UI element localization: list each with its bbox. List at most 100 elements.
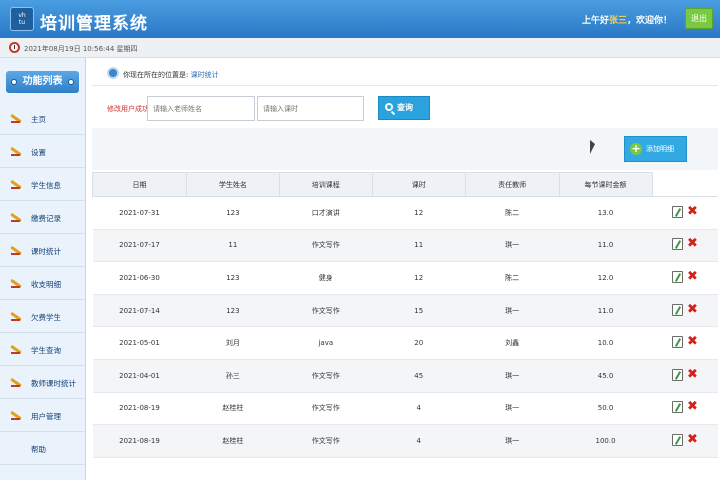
sidebar-item-payment-records[interactable]: 缴费记录 <box>0 201 85 234</box>
delete-icon[interactable]: ✖ <box>687 303 698 316</box>
edit-icon[interactable] <box>672 303 684 316</box>
cell-amount: 11.0 <box>559 294 652 328</box>
sidebar-item-home[interactable]: 主页 <box>0 102 85 135</box>
status-message: 修改用户成功 <box>107 105 149 113</box>
cell-teacher: 陈二 <box>465 261 560 295</box>
sidebar: 功能列表 主页 设置 学生信息 缴费记录 课时统计 收支明细 欠费学生 学生查询… <box>0 58 86 480</box>
logout-button[interactable]: 退出 <box>685 8 713 29</box>
row-actions: ✖ <box>672 237 698 251</box>
table-row: 2021-07-14 123 作文写作 15 琪一 11.0 ✖ <box>92 294 718 328</box>
cell-teacher: 刘鑫 <box>465 326 560 360</box>
pencil-icon <box>10 410 23 421</box>
app-header: vh tu 培训管理系统 上午好张三，欢迎你！ 退出 <box>0 0 720 38</box>
date-bar: 2021年08月19日 10:56:44 星期四 <box>0 38 720 58</box>
sidebar-item-lesson-stats[interactable]: 课时统计 <box>0 234 85 267</box>
sidebar-item-student-info[interactable]: 学生信息 <box>0 168 85 201</box>
cell-teacher: 琪一 <box>465 229 560 263</box>
cell-date: 2021-07-17 <box>92 229 187 263</box>
logo: vh tu <box>10 7 34 31</box>
header-teacher: 责任教师 <box>464 172 560 197</box>
cell-date: 2021-07-31 <box>92 196 187 230</box>
row-actions: ✖ <box>672 368 698 381</box>
pencil-icon <box>10 245 23 256</box>
cell-student-name: 赵桂柱 <box>186 424 280 458</box>
username: 张三 <box>608 16 627 26</box>
sidebar-item-user-management[interactable]: 用户管理 <box>0 399 85 432</box>
edit-icon[interactable] <box>672 433 684 446</box>
table-row: 2021-08-19 赵桂柱 作文写作 4 琪一 100.0 ✖ <box>92 424 718 458</box>
delete-icon[interactable]: ✖ <box>687 400 698 413</box>
sidebar-item-arrears-students[interactable]: 欠费学生 <box>0 300 85 333</box>
pencil-icon <box>10 212 23 223</box>
header-student-name: 学生姓名 <box>185 172 280 197</box>
lesson-hours-input[interactable] <box>257 96 364 121</box>
cell-hours: 45 <box>372 359 466 393</box>
cell-date: 2021-06-30 <box>92 261 187 295</box>
header-amount-per-lesson: 每节课时金额 <box>558 172 653 197</box>
mouse-cursor-icon <box>590 140 595 154</box>
search-icon <box>385 103 393 111</box>
sidebar-item-settings[interactable]: 设置 <box>0 135 85 168</box>
sidebar-item-teacher-lesson-stats[interactable]: 教师课时统计 <box>0 366 85 399</box>
cell-course: 作文写作 <box>279 392 373 426</box>
delete-icon[interactable]: ✖ <box>687 368 698 381</box>
table-body: 2021-07-31 123 口才演讲 12 陈二 13.0 ✖ 2021-07-17 11 作文… <box>92 196 718 458</box>
row-actions: ✖ <box>672 205 698 218</box>
table-row: 2021-05-01 刘月 java 20 刘鑫 10.0 ✖ <box>92 326 718 360</box>
row-actions: ✖ <box>672 335 698 349</box>
edit-icon[interactable] <box>672 270 684 283</box>
sidebar-item-label: 帮助 <box>31 445 46 454</box>
add-detail-button[interactable]: + 添加明细 <box>624 136 687 162</box>
delete-icon[interactable]: ✖ <box>687 205 698 218</box>
cell-date: 2021-08-19 <box>92 392 187 426</box>
cell-student-name: 赵桂柱 <box>186 392 280 426</box>
cell-actions: ✖ <box>652 326 718 360</box>
delete-icon[interactable]: ✖ <box>687 433 698 446</box>
edit-icon[interactable] <box>672 205 684 218</box>
table-header-row: 日期 学生姓名 培训课程 课时 责任教师 每节课时金额 <box>92 172 718 197</box>
sidebar-item-label: 主页 <box>31 115 46 124</box>
row-actions: ✖ <box>672 303 698 316</box>
cell-actions: ✖ <box>652 196 718 230</box>
add-detail-label: 添加明细 <box>646 145 674 153</box>
header-date: 日期 <box>92 172 187 197</box>
edit-icon[interactable] <box>672 238 684 251</box>
cell-date: 2021-08-19 <box>92 424 187 458</box>
edit-icon[interactable] <box>672 336 684 349</box>
table-row: 2021-06-30 123 健身 12 陈二 12.0 ✖ <box>92 261 718 295</box>
cell-actions: ✖ <box>652 359 718 393</box>
cell-course: 作文写作 <box>279 359 373 393</box>
edit-icon[interactable] <box>672 368 684 381</box>
teacher-name-input[interactable] <box>147 96 255 121</box>
delete-icon[interactable]: ✖ <box>687 270 698 283</box>
lesson-stats-table: 日期 学生姓名 培训课程 课时 责任教师 每节课时金额 2021-07-31 12… <box>92 172 718 458</box>
cell-actions: ✖ <box>652 229 718 263</box>
app-title: 培训管理系统 <box>40 14 148 34</box>
breadcrumb-text: 你现在所在的位置是: 课时统计 <box>123 70 219 80</box>
edit-icon[interactable] <box>672 401 684 414</box>
delete-icon[interactable]: ✖ <box>687 335 698 348</box>
cell-amount: 11.0 <box>559 229 652 263</box>
search-button-label: 查询 <box>397 103 413 112</box>
sidebar-item-label: 课时统计 <box>31 247 61 256</box>
breadcrumb-current[interactable]: 课时统计 <box>191 71 219 79</box>
cell-student-name: 刘月 <box>186 326 280 360</box>
delete-icon[interactable]: ✖ <box>687 237 698 250</box>
bullet-icon <box>11 79 17 85</box>
cell-student-name: 11 <box>186 229 280 263</box>
sidebar-item-help[interactable]: 帮助 <box>0 432 85 465</box>
cell-course: 作文写作 <box>279 424 373 458</box>
search-button[interactable]: 查询 <box>378 96 430 120</box>
cell-hours: 4 <box>372 424 466 458</box>
cell-student-name: 123 <box>186 294 280 328</box>
cell-course: java <box>279 326 373 360</box>
table-row: 2021-08-19 赵桂柱 作文写作 4 琪一 50.0 ✖ <box>92 392 718 426</box>
greeting: 上午好张三，欢迎你！ <box>582 13 672 26</box>
sidebar-item-label: 教师课时统计 <box>31 379 76 388</box>
cell-course: 口才演讲 <box>279 196 373 230</box>
cell-student-name: 123 <box>186 196 280 230</box>
cell-actions: ✖ <box>652 294 718 328</box>
row-actions: ✖ <box>672 270 698 283</box>
sidebar-item-student-query[interactable]: 学生查询 <box>0 333 85 366</box>
sidebar-item-income-expense[interactable]: 收支明细 <box>0 267 85 300</box>
